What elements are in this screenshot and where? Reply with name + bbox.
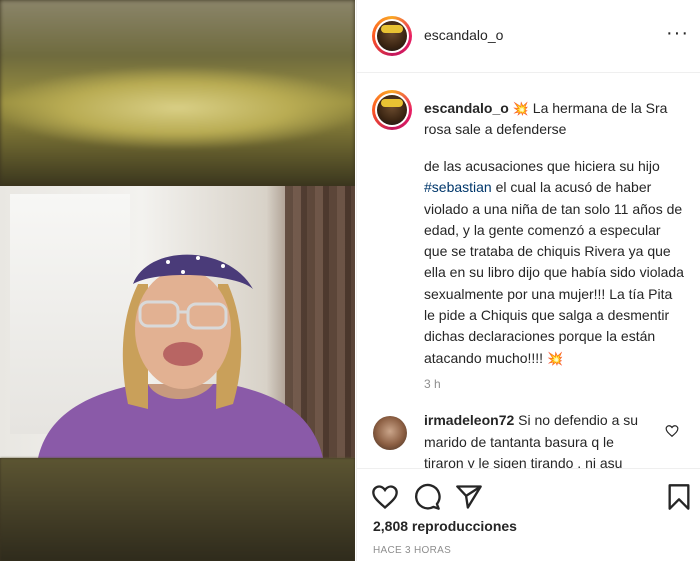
post-date[interactable]: HACE 3 HORAS xyxy=(373,545,451,556)
caption-timestamp[interactable]: 3 h xyxy=(424,377,441,391)
comment-text: irmadeleon72 Si no defendio a su marido … xyxy=(424,410,656,468)
blurred-background-top xyxy=(0,0,355,186)
commenter-username[interactable]: irmadeleon72 xyxy=(424,412,514,428)
heart-icon[interactable] xyxy=(371,483,399,511)
bookmark-icon[interactable] xyxy=(665,483,693,511)
more-options-icon[interactable]: ··· xyxy=(666,22,689,45)
hashtag-link[interactable]: #sebastian xyxy=(424,179,492,195)
caption-body: de las acusaciones que hiciera su hijo #… xyxy=(424,156,686,369)
post-caption: escandalo_o 💥 La hermana de la Sra rosa … xyxy=(357,72,700,402)
comment-item: irmadeleon72 Si no defendio a su marido … xyxy=(357,402,700,468)
post-actions: 2,808 reproducciones HACE 3 HORAS xyxy=(357,468,700,562)
post-media[interactable] xyxy=(0,0,355,561)
caption-title: escandalo_o 💥 La hermana de la Sra rosa … xyxy=(424,98,684,140)
caption-text-2: el cual la acusó de haber violado a una … xyxy=(424,179,684,366)
post-header: escandalo_o ··· xyxy=(357,0,700,73)
collision-icon: 💥 xyxy=(512,101,529,116)
blurred-background-bottom xyxy=(0,458,355,561)
comment-like-icon[interactable] xyxy=(665,424,679,438)
share-icon[interactable] xyxy=(455,483,483,511)
caption-avatar[interactable] xyxy=(372,90,412,130)
post-side-panel: escandalo_o ··· escandalo_o 💥 La hermana… xyxy=(356,0,700,561)
view-count[interactable]: 2,808 reproducciones xyxy=(373,518,517,534)
woman-speaking xyxy=(38,254,323,458)
author-avatar[interactable] xyxy=(372,16,412,56)
author-username[interactable]: escandalo_o xyxy=(424,27,503,43)
caption-text-1: de las acusaciones que hiciera su hijo xyxy=(424,158,660,174)
collision-icon: 💥 xyxy=(546,350,564,366)
comment-icon[interactable] xyxy=(413,483,441,511)
video-frame[interactable] xyxy=(0,186,355,458)
commenter-avatar[interactable] xyxy=(373,416,407,450)
caption-username[interactable]: escandalo_o xyxy=(424,100,509,116)
